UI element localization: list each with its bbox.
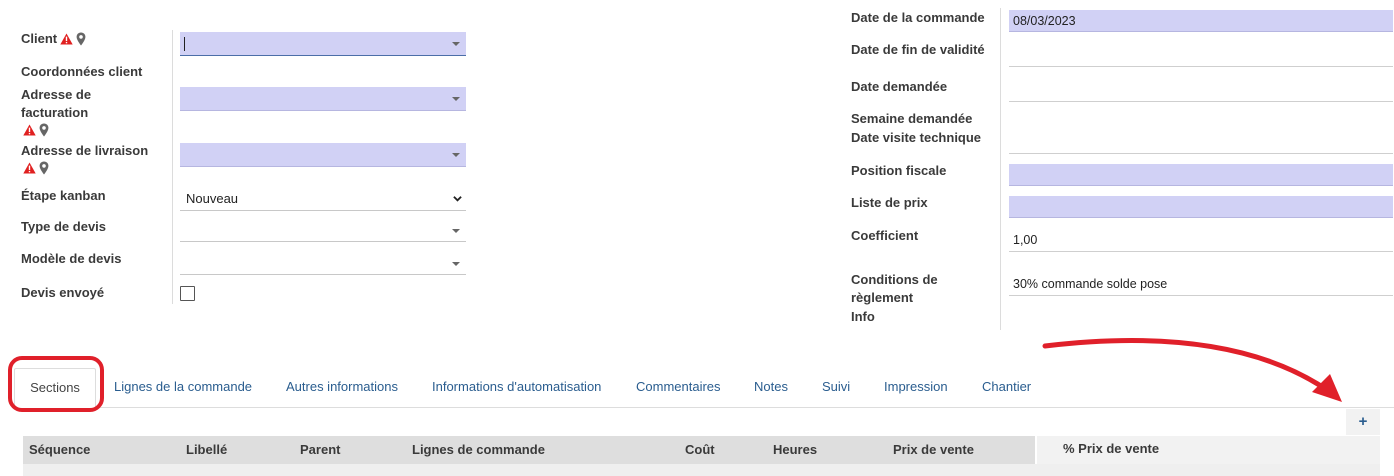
- quote-type-input[interactable]: [180, 218, 466, 242]
- sections-table-body: [23, 464, 1380, 476]
- dropdown-caret-icon[interactable]: [452, 262, 460, 266]
- coefficient-label: Coefficient: [851, 228, 919, 243]
- order-date-input[interactable]: 08/03/2023: [1009, 10, 1393, 32]
- kanban-stage-select[interactable]: Nouveau: [180, 187, 466, 211]
- col-sale-price-percent[interactable]: % Prix de vente: [1037, 436, 1380, 464]
- validity-end-label: Date de fin de validité: [851, 42, 985, 57]
- col-hours[interactable]: Heures: [773, 436, 817, 464]
- warning-icon: [23, 124, 36, 136]
- col-label[interactable]: Libellé: [186, 436, 227, 464]
- price-list-label: Liste de prix: [851, 195, 928, 210]
- quote-sent-checkbox[interactable]: [180, 286, 195, 301]
- delivery-address-label: Adresse de livraison: [21, 142, 161, 175]
- quote-sent-label: Devis envoyé: [21, 285, 105, 300]
- map-marker-icon: [39, 161, 49, 175]
- col-cost[interactable]: Coût: [685, 436, 715, 464]
- quote-type-label: Type de devis: [21, 219, 107, 234]
- payment-terms-value: 30% commande solde pose: [1013, 277, 1168, 291]
- kanban-stage-value: Nouveau: [186, 191, 239, 206]
- billing-address-input[interactable]: [180, 87, 466, 111]
- order-date-label: Date de la commande: [851, 10, 985, 25]
- coefficient-input[interactable]: 1,00: [1009, 228, 1393, 252]
- col-sale-price[interactable]: Prix de vente: [893, 436, 974, 464]
- tab-worksite[interactable]: Chantier: [982, 368, 1031, 406]
- warning-icon: [60, 33, 73, 45]
- notebook-tabs: Sections Lignes de la commande Autres in…: [14, 368, 1394, 408]
- coefficient-value: 1,00: [1013, 233, 1038, 247]
- coords-label: Coordonnées client: [21, 64, 143, 79]
- dropdown-caret-icon[interactable]: [452, 229, 460, 233]
- text-cursor: [184, 37, 185, 51]
- dropdown-caret-icon[interactable]: [452, 153, 460, 157]
- tab-other-info[interactable]: Autres informations: [286, 368, 398, 406]
- dropdown-caret-icon[interactable]: [452, 97, 460, 101]
- info-label: Info: [851, 309, 875, 324]
- quote-model-input[interactable]: [180, 251, 466, 275]
- tab-order-lines[interactable]: Lignes de la commande: [114, 368, 252, 406]
- billing-address-label: Adresse de facturation: [21, 86, 141, 137]
- tab-notes[interactable]: Notes: [754, 368, 788, 406]
- tab-tracking[interactable]: Suivi: [822, 368, 850, 406]
- col-order-lines[interactable]: Lignes de commande: [412, 436, 545, 464]
- requested-week-label: Semaine demandée: [851, 111, 973, 126]
- chevron-down-icon[interactable]: [453, 194, 462, 203]
- quote-model-label: Modèle de devis: [21, 251, 122, 266]
- payment-terms-input[interactable]: 30% commande solde pose: [1009, 272, 1393, 296]
- tab-automation-info[interactable]: Informations d'automatisation: [432, 368, 601, 406]
- col-parent[interactable]: Parent: [300, 436, 340, 464]
- client-input[interactable]: [180, 32, 466, 56]
- fiscal-position-label: Position fiscale: [851, 163, 947, 178]
- sections-table-header: Séquence Libellé Parent Lignes de comman…: [23, 436, 1035, 464]
- right-group-separator: [1000, 8, 1001, 330]
- left-group-separator: [172, 30, 173, 304]
- tech-visit-input[interactable]: [1009, 129, 1393, 154]
- payment-terms-label: Conditions de règlement: [851, 272, 938, 305]
- requested-date-input[interactable]: [1009, 77, 1393, 102]
- map-marker-icon: [76, 32, 86, 46]
- price-list-input[interactable]: [1009, 196, 1393, 218]
- client-label: Client: [21, 30, 86, 48]
- tech-visit-label: Date visite technique: [851, 130, 982, 145]
- kanban-stage-label: Étape kanban: [21, 188, 106, 203]
- map-marker-icon: [39, 123, 49, 137]
- tab-printing[interactable]: Impression: [884, 368, 948, 406]
- order-date-value: 08/03/2023: [1013, 14, 1076, 28]
- highlight-annotation: [8, 356, 104, 412]
- fiscal-position-input[interactable]: [1009, 164, 1393, 186]
- delivery-address-input[interactable]: [180, 143, 466, 167]
- validity-end-input[interactable]: [1009, 42, 1393, 67]
- col-sequence[interactable]: Séquence: [29, 436, 90, 464]
- add-line-button[interactable]: +: [1346, 409, 1380, 435]
- requested-date-label: Date demandée: [851, 79, 948, 94]
- tab-comments[interactable]: Commentaires: [636, 368, 721, 406]
- dropdown-caret-icon[interactable]: [452, 42, 460, 46]
- warning-icon: [23, 162, 36, 174]
